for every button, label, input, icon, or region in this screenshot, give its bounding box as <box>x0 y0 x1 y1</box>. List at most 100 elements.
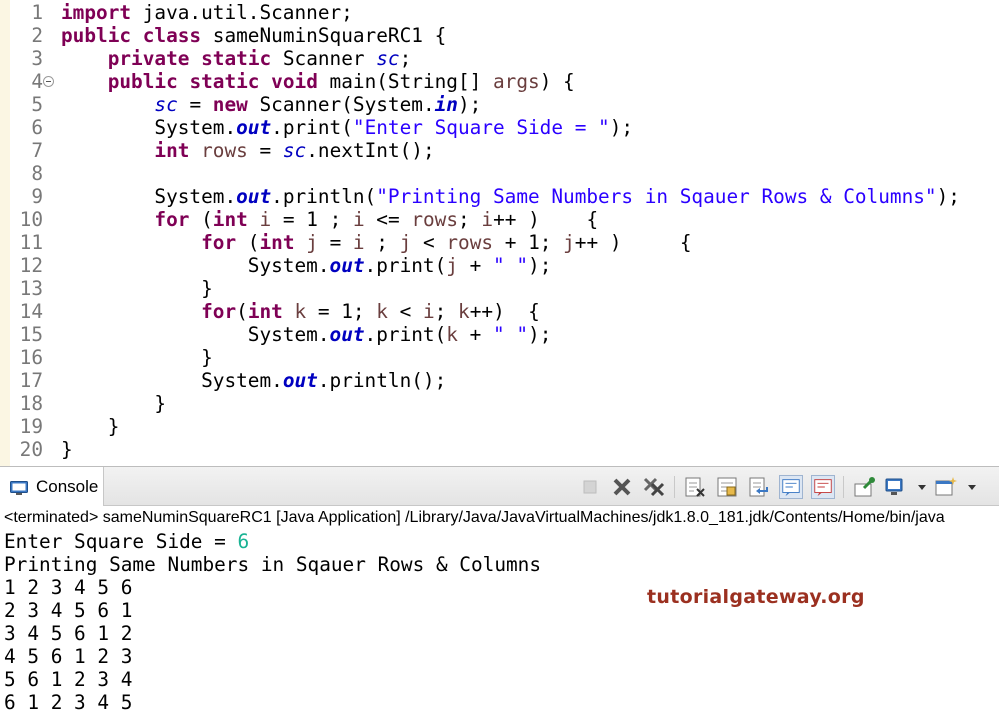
code-lines[interactable]: 1import java.util.Scanner;2public class … <box>0 1 999 461</box>
code-line[interactable]: 20} <box>0 438 999 461</box>
code-token: ); <box>528 254 551 277</box>
code-token: = 1 ; <box>271 208 353 231</box>
code-token: rows <box>411 208 458 231</box>
code-line[interactable]: 4 public static void main(String[] args)… <box>0 70 999 93</box>
code-text: System.out.print(k + " "); <box>61 323 551 346</box>
code-line[interactable]: 5 sc = new Scanner(System.in); <box>0 93 999 116</box>
code-token: void <box>271 70 318 93</box>
code-token <box>131 24 143 47</box>
code-line[interactable]: 10 for (int i = 1 ; i <= rows; i++ ) { <box>0 208 999 231</box>
line-number: 20 <box>10 438 43 461</box>
open-console-dropdown[interactable] <box>966 475 978 499</box>
code-token: ) { <box>540 70 575 93</box>
toolbar-separator <box>843 476 844 498</box>
code-text: public static void main(String[] args) { <box>61 70 575 93</box>
monitor-icon <box>884 475 908 499</box>
code-token: j <box>446 254 458 277</box>
display-console-button[interactable] <box>884 475 908 499</box>
code-token: i <box>353 231 365 254</box>
code-token: class <box>143 24 201 47</box>
show-on-error-button[interactable] <box>811 475 835 499</box>
code-token: < <box>388 300 423 323</box>
console-tab[interactable]: Console <box>0 467 104 506</box>
code-token: out <box>283 369 318 392</box>
code-line[interactable]: 1import java.util.Scanner; <box>0 1 999 24</box>
code-line[interactable]: 11 for (int j = i ; j < rows + 1; j++ ) … <box>0 231 999 254</box>
code-line[interactable]: 6 System.out.print("Enter Square Side = … <box>0 116 999 139</box>
code-token: } <box>61 277 213 300</box>
line-number: 11 <box>10 231 43 254</box>
code-line[interactable]: 8 <box>0 162 999 185</box>
code-token: int <box>248 300 283 323</box>
line-number: 1 <box>10 1 43 24</box>
scroll-lock-button[interactable] <box>715 475 739 499</box>
code-token <box>189 47 201 70</box>
code-token: public <box>108 70 178 93</box>
code-token: "Printing Same Numbers in Sqauer Rows & … <box>376 185 936 208</box>
code-token: ); <box>610 116 633 139</box>
fold-collapse-icon[interactable] <box>43 76 54 87</box>
line-number: 3 <box>10 47 43 70</box>
line-number: 16 <box>10 346 43 369</box>
pin-console-button[interactable] <box>852 475 876 499</box>
console-status-line: <terminated> sameNuminSquareRC1 [Java Ap… <box>0 506 999 530</box>
code-token: public <box>61 24 131 47</box>
code-editor[interactable]: 1import java.util.Scanner;2public class … <box>0 0 999 466</box>
code-token: i <box>481 208 493 231</box>
code-token: k <box>376 300 388 323</box>
scroll-lock-icon <box>715 475 739 499</box>
code-token: < <box>411 231 446 254</box>
remove-launch-button[interactable] <box>610 475 634 499</box>
code-line[interactable]: 12 System.out.print(j + " "); <box>0 254 999 277</box>
code-line[interactable]: 15 System.out.print(k + " "); <box>0 323 999 346</box>
line-number: 14 <box>10 300 43 323</box>
code-line[interactable]: 9 System.out.println("Printing Same Numb… <box>0 185 999 208</box>
code-token: } <box>61 392 166 415</box>
code-token: ); <box>528 323 551 346</box>
code-token: i <box>353 208 365 231</box>
line-number: 18 <box>10 392 43 415</box>
code-text: int rows = sc.nextInt(); <box>61 139 435 162</box>
code-line[interactable]: 16 } <box>0 346 999 369</box>
code-token: "Enter Square Side = " <box>353 116 610 139</box>
code-text: System.out.print(j + " "); <box>61 254 551 277</box>
code-text: } <box>61 438 73 461</box>
code-line[interactable]: 14 for(int k = 1; k < i; k++) { <box>0 300 999 323</box>
terminate-button[interactable] <box>578 475 602 499</box>
code-token: int <box>154 139 189 162</box>
code-token: = <box>248 139 283 162</box>
code-line[interactable]: 7 int rows = sc.nextInt(); <box>0 139 999 162</box>
open-console-button[interactable] <box>934 475 958 499</box>
show-on-output-button[interactable] <box>779 475 803 499</box>
code-token: ( <box>189 208 212 231</box>
line-number: 7 <box>10 139 43 162</box>
pin-icon <box>852 475 876 499</box>
console-icon <box>10 480 28 494</box>
console-output[interactable]: Enter Square Side = 6 Printing Same Numb… <box>4 530 994 714</box>
code-token: " " <box>493 323 528 346</box>
code-token: ( <box>236 231 259 254</box>
word-wrap-button[interactable] <box>747 475 771 499</box>
user-input-value: 6 <box>237 530 249 553</box>
code-text: } <box>61 277 213 300</box>
console-prompt-line: Enter Square Side = 6 <box>4 530 994 553</box>
clear-console-button[interactable] <box>683 475 707 499</box>
line-number: 12 <box>10 254 43 277</box>
console-view-header: Console <box>0 466 999 506</box>
code-line[interactable]: 17 System.out.println(); <box>0 369 999 392</box>
code-line[interactable]: 13 } <box>0 277 999 300</box>
code-token: private <box>108 47 190 70</box>
remove-all-terminated-button[interactable] <box>642 475 666 499</box>
code-token: .println(); <box>318 369 446 392</box>
code-token: out <box>330 254 365 277</box>
code-line[interactable]: 18 } <box>0 392 999 415</box>
code-token: out <box>330 323 365 346</box>
line-number: 10 <box>10 208 43 231</box>
display-console-dropdown[interactable] <box>916 475 928 499</box>
x-icon <box>610 475 634 499</box>
code-token: System. <box>61 254 330 277</box>
code-line[interactable]: 2public class sameNuminSquareRC1 { <box>0 24 999 47</box>
code-token: ; <box>435 300 458 323</box>
code-line[interactable]: 19 } <box>0 415 999 438</box>
code-line[interactable]: 3 private static Scanner sc; <box>0 47 999 70</box>
